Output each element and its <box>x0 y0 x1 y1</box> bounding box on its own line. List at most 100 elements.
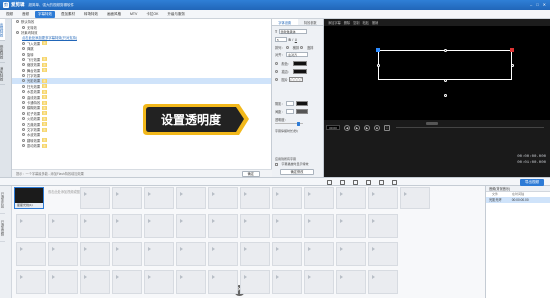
effect-radio[interactable] <box>22 122 25 126</box>
resize-handle-top[interactable] <box>443 48 447 52</box>
effect-item[interactable]: 震动效果新 <box>12 143 271 148</box>
stop-icon[interactable]: ■ <box>374 124 380 131</box>
effect-radio[interactable] <box>22 111 25 115</box>
close-icon[interactable]: ✕ <box>543 2 546 7</box>
timeline-slot[interactable] <box>272 242 302 266</box>
effect-radio[interactable] <box>22 101 25 105</box>
sidebar-tab[interactable]: 消失特效 <box>0 63 5 85</box>
resize-handle-left[interactable] <box>376 63 380 67</box>
menu-item[interactable]: MTV <box>127 11 140 17</box>
font-select[interactable]: 微软雅黑体 <box>278 29 307 34</box>
redo-icon[interactable] <box>379 180 384 185</box>
timeline-slot[interactable] <box>368 214 398 238</box>
timeline-slot[interactable] <box>272 214 302 238</box>
timeline-slot[interactable] <box>208 187 238 209</box>
menu-item[interactable]: 画面风格 <box>104 11 124 18</box>
export-video-button[interactable]: 导出视频 <box>520 179 544 186</box>
timeline-slot[interactable] <box>304 270 334 294</box>
effect-radio[interactable] <box>22 68 25 72</box>
underline-icon[interactable]: U <box>295 38 297 42</box>
effect-radio[interactable] <box>22 79 25 83</box>
timeline-slot[interactable] <box>144 214 174 238</box>
timeline-slot[interactable] <box>208 214 238 238</box>
timeline-slot[interactable] <box>304 214 334 238</box>
timeline-slot[interactable] <box>48 214 78 238</box>
time-input[interactable]: 00:00 <box>326 125 340 130</box>
play-icon[interactable]: ▶ <box>354 124 360 131</box>
rotate-handle[interactable] <box>443 94 447 97</box>
timeline-slot[interactable] <box>176 187 206 209</box>
timeline-slot[interactable] <box>240 242 270 266</box>
effect-radio[interactable] <box>22 117 25 121</box>
horizontal-radio[interactable] <box>286 46 290 49</box>
effect-radio[interactable] <box>22 57 25 61</box>
settings-icon[interactable] <box>392 180 397 185</box>
timeline-slot[interactable] <box>112 187 142 209</box>
volume-slider[interactable] <box>426 122 438 125</box>
effect-radio[interactable] <box>22 41 25 45</box>
resize-handle-right[interactable] <box>510 63 514 67</box>
next-frame-icon[interactable]: ▶ <box>364 124 370 131</box>
timeline-slot[interactable] <box>144 187 174 209</box>
minimize-icon[interactable]: – <box>530 2 532 7</box>
move-handle-icon[interactable] <box>376 48 380 52</box>
timeline-slot[interactable] <box>208 242 238 266</box>
effect-radio[interactable] <box>22 138 25 142</box>
effect-radio[interactable] <box>22 84 25 88</box>
timeline-slot[interactable] <box>240 214 270 238</box>
effect-radio[interactable] <box>22 52 25 56</box>
timeline-slot[interactable] <box>16 270 46 294</box>
playback-progress-bar[interactable] <box>396 127 544 128</box>
preview-toolbar-item[interactable]: 复制 <box>353 20 359 25</box>
timeline-slot[interactable] <box>48 270 78 294</box>
timeline-slot[interactable] <box>80 214 110 238</box>
menu-item[interactable]: 卡拉OK <box>143 11 161 18</box>
color-swatch[interactable] <box>292 61 307 66</box>
size-select[interactable]: 5 <box>275 37 287 42</box>
effect-radio[interactable] <box>22 25 25 29</box>
menu-item[interactable]: 视频 <box>3 11 16 18</box>
undo-icon[interactable] <box>366 180 371 185</box>
audio-row[interactable]: 光影光环 00:00:00.00 <box>486 197 550 203</box>
spacing-swatch[interactable] <box>295 109 308 114</box>
align-select[interactable]: 左对齐 <box>286 52 309 57</box>
preview-toolbar-item[interactable]: 添加字幕 <box>328 20 341 25</box>
effect-radio[interactable] <box>22 128 25 131</box>
stroke-radio[interactable] <box>275 70 278 73</box>
timeline-slot[interactable] <box>112 270 142 294</box>
bg-radio[interactable] <box>275 78 278 81</box>
timeline-slot[interactable] <box>336 214 366 238</box>
timeline-slot[interactable] <box>336 242 366 266</box>
effect-radio[interactable] <box>16 20 19 24</box>
timeline-clip[interactable]: 星星光线(1) <box>14 187 44 209</box>
bold-icon[interactable]: B <box>289 38 291 42</box>
timeline-slot[interactable] <box>80 242 110 266</box>
maximize-icon[interactable]: □ <box>536 2 538 7</box>
preview-toolbar-item[interactable]: 粘贴 <box>363 20 369 25</box>
save-icon[interactable] <box>353 180 358 185</box>
effect-radio[interactable] <box>22 106 25 110</box>
timeline-slot[interactable] <box>80 270 110 294</box>
timeline-slot[interactable] <box>240 270 270 294</box>
opacity-slider-knob[interactable] <box>297 121 300 126</box>
effect-radio[interactable] <box>22 95 25 99</box>
timeline-slot[interactable] <box>208 270 238 294</box>
vertical-radio[interactable] <box>300 46 304 49</box>
menu-item[interactable]: 叠加素材 <box>58 11 78 18</box>
timeline-slot[interactable] <box>272 187 302 209</box>
effect-radio[interactable] <box>22 47 25 51</box>
bg-swatch[interactable] <box>289 77 304 82</box>
shadow-swatch[interactable] <box>295 101 308 106</box>
menu-item[interactable]: 字幕特效 <box>35 10 55 18</box>
timeline-slot[interactable] <box>336 270 366 294</box>
timeline-slot[interactable] <box>368 270 398 294</box>
spacing-input[interactable] <box>286 109 295 114</box>
show-effect-checkbox[interactable] <box>275 162 278 166</box>
subtitle-selection-box[interactable] <box>378 50 512 80</box>
timeline-slot[interactable] <box>336 187 366 209</box>
stroke-swatch[interactable] <box>292 69 307 74</box>
tip-confirm-button[interactable]: 确定 <box>241 171 260 177</box>
timeline-slot[interactable] <box>176 242 206 266</box>
timeline-slot[interactable] <box>16 214 46 238</box>
timeline-slot[interactable] <box>240 187 270 209</box>
